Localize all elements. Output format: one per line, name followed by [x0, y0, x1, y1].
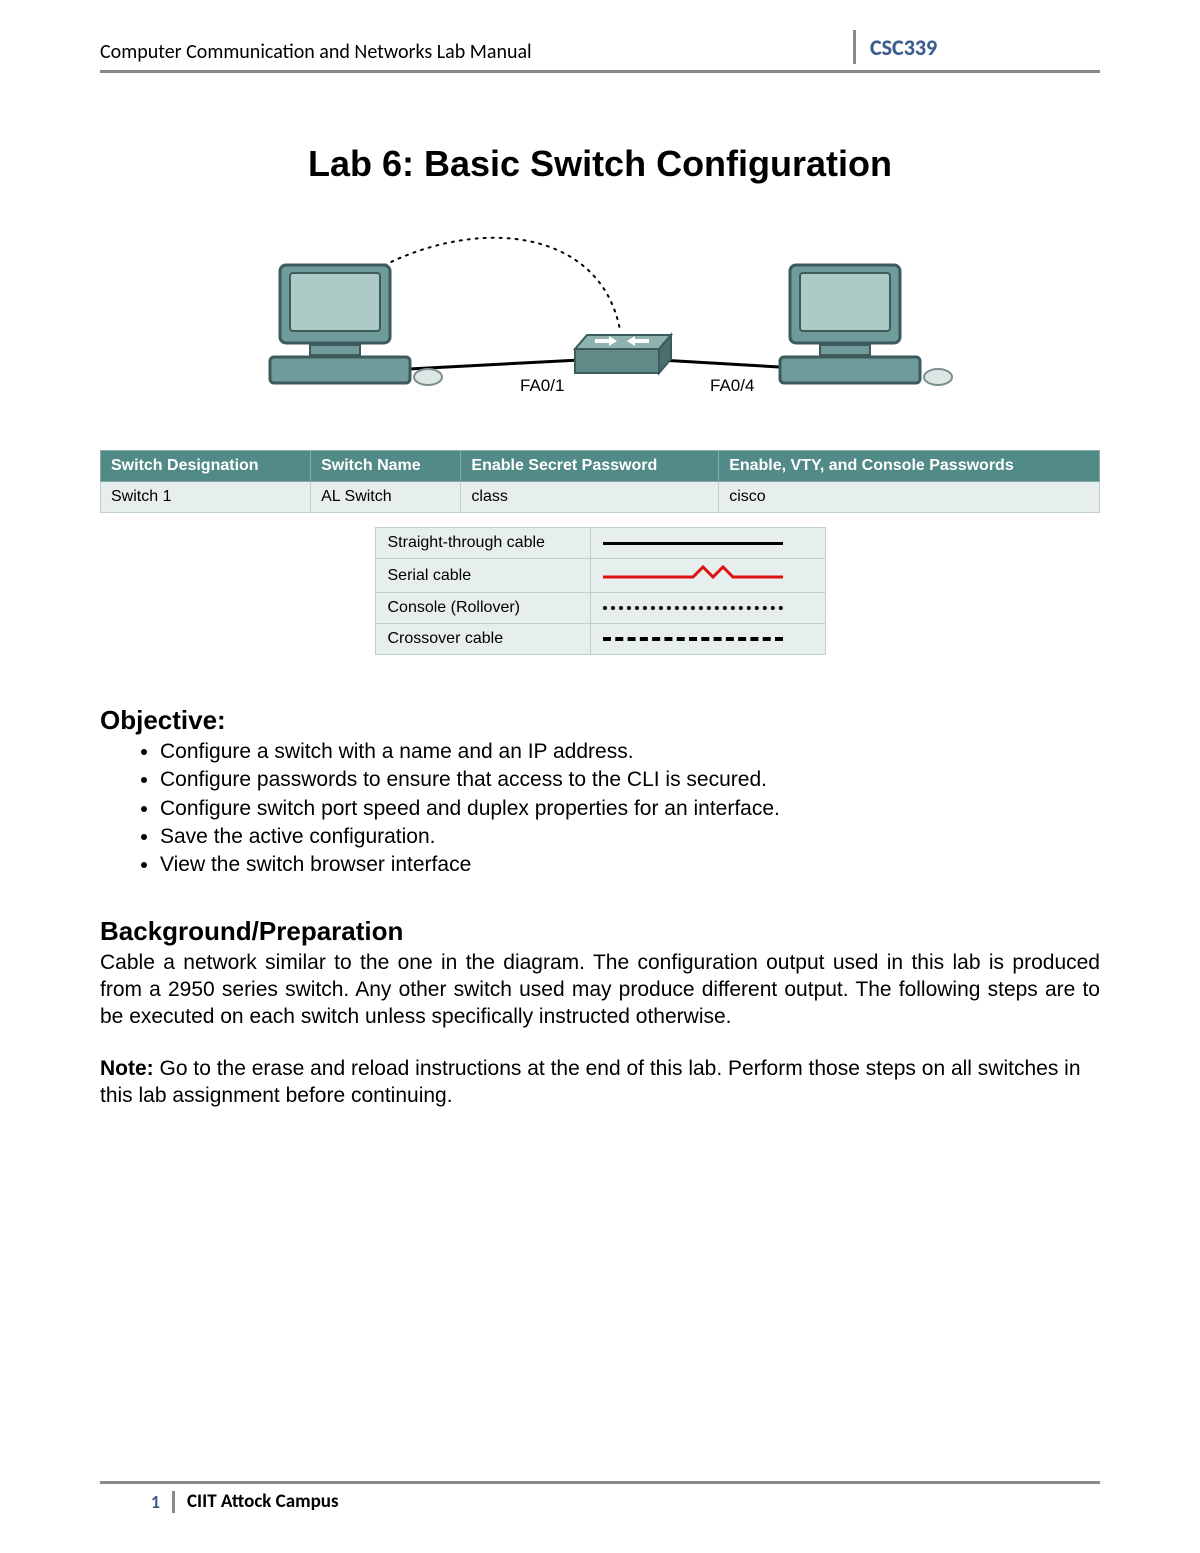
background-heading: Background/Preparation: [100, 916, 1100, 947]
table-header-row: Switch Designation Switch Name Enable Se…: [101, 451, 1100, 482]
page-header: Computer Communication and Networks Lab …: [100, 30, 1100, 73]
topology-svg: FA0/1 FA0/4: [220, 235, 980, 415]
header-right-cell: CSC339: [853, 30, 1100, 64]
legend-crossover-label: Crossover cable: [375, 624, 590, 655]
port-label-right: FA0/4: [710, 376, 754, 395]
legend-crossover-sample: [590, 624, 825, 655]
header-title: Computer Communication and Networks Lab …: [100, 40, 853, 64]
table-row: Switch 1 AL Switch class cisco: [101, 482, 1100, 513]
list-item: Configure a switch with a name and an IP…: [160, 738, 1100, 766]
cable-legend: Straight-through cable Serial cable Cons…: [375, 527, 826, 655]
course-code: CSC339: [870, 34, 937, 61]
footer-row: 1 CIIT Attock Campus: [100, 1490, 1100, 1513]
footer-campus: CIIT Attock Campus: [175, 1490, 339, 1513]
legend-straight-label: Straight-through cable: [375, 528, 590, 559]
list-item: Configure passwords to ensure that acces…: [160, 766, 1100, 794]
note-paragraph: Note: Go to the erase and reload instruc…: [100, 1055, 1100, 1110]
objective-heading: Objective:: [100, 705, 1100, 736]
td-name: AL Switch: [311, 482, 461, 513]
legend-straight-sample: [590, 528, 825, 559]
config-table: Switch Designation Switch Name Enable Se…: [100, 450, 1100, 513]
td-passwords: cisco: [719, 482, 1100, 513]
legend-console-sample: [590, 593, 825, 624]
background-paragraph: Cable a network similar to the one in th…: [100, 949, 1100, 1031]
network-diagram: FA0/1 FA0/4: [100, 235, 1100, 420]
th-designation: Switch Designation: [101, 451, 311, 482]
note-text: Go to the erase and reload instructions …: [100, 1057, 1081, 1107]
page-number: 1: [100, 1491, 175, 1513]
list-item: Save the active configuration.: [160, 823, 1100, 851]
td-secret: class: [461, 482, 719, 513]
list-item: View the switch browser interface: [160, 851, 1100, 879]
port-label-left: FA0/1: [520, 376, 564, 395]
th-secret: Enable Secret Password: [461, 451, 719, 482]
footer-rule: [100, 1481, 1100, 1484]
page-footer: 1 CIIT Attock Campus: [100, 1481, 1100, 1513]
note-label: Note:: [100, 1057, 154, 1080]
legend-serial-sample: [590, 559, 825, 593]
th-passwords: Enable, VTY, and Console Passwords: [719, 451, 1100, 482]
list-item: Configure switch port speed and duplex p…: [160, 795, 1100, 823]
page: Computer Communication and Networks Lab …: [0, 0, 1200, 1553]
legend-console-label: Console (Rollover): [375, 593, 590, 624]
td-designation: Switch 1: [101, 482, 311, 513]
lab-title: Lab 6: Basic Switch Configuration: [100, 143, 1100, 185]
legend-serial-label: Serial cable: [375, 559, 590, 593]
th-name: Switch Name: [311, 451, 461, 482]
objective-list: Configure a switch with a name and an IP…: [160, 738, 1100, 880]
